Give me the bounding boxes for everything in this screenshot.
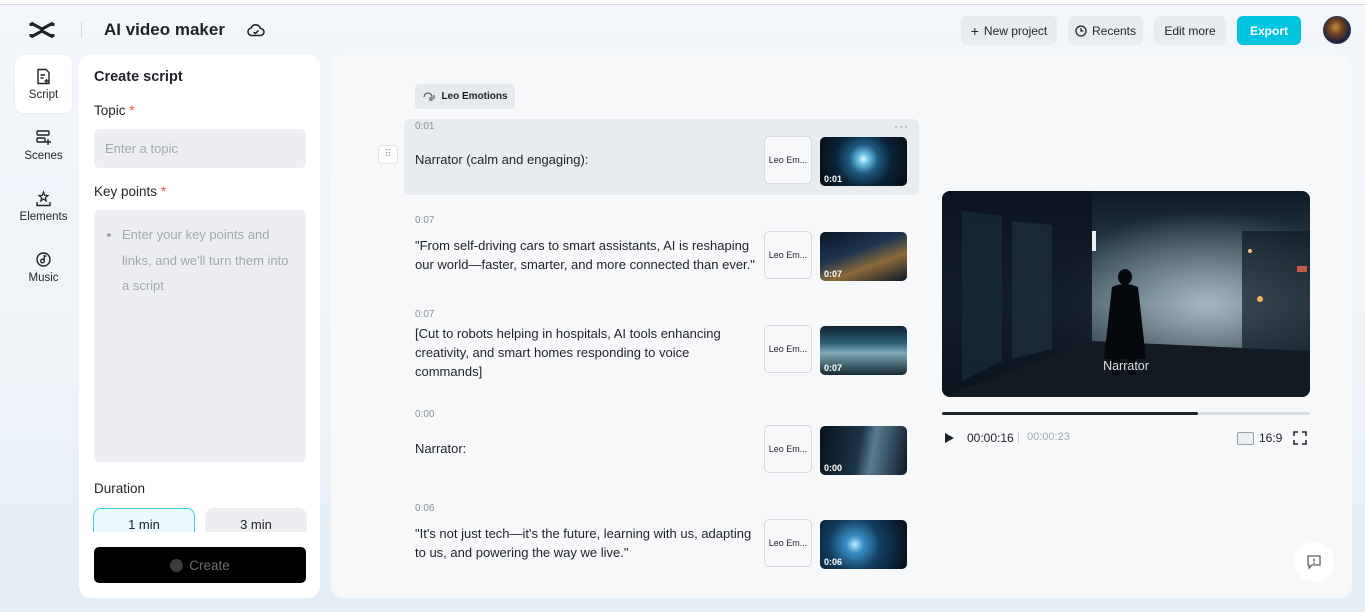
panel-title: Create script <box>94 69 183 85</box>
segment-time: 0:07 <box>415 215 434 226</box>
thumbnail-time: 0:06 <box>824 557 842 567</box>
edit-more-button[interactable]: Edit more <box>1154 16 1226 45</box>
drag-handle[interactable]: ⠿ <box>378 145 398 164</box>
header-divider <box>81 22 82 38</box>
segment-thumbnail[interactable]: 0:01 <box>820 137 907 186</box>
segment-text[interactable]: "It's not just tech—it's the future, lea… <box>415 524 760 562</box>
time-separator <box>1018 432 1019 443</box>
topic-label: Topic * <box>94 103 135 118</box>
segment-voice-button[interactable]: Leo Em... <box>764 519 812 567</box>
total-time: 00:00:23 <box>1027 431 1070 443</box>
segment-voice-button[interactable]: Leo Em... <box>764 231 812 279</box>
duration-label: Duration <box>94 481 145 496</box>
elements-icon <box>35 190 52 207</box>
segment-thumbnail[interactable]: 0:07 <box>820 326 907 375</box>
rail-item-elements[interactable]: Elements <box>15 177 72 235</box>
keypoints-label: Key points * <box>94 184 166 199</box>
segment-voice-button[interactable]: Leo Em... <box>764 425 812 473</box>
export-button[interactable]: Export <box>1237 16 1301 45</box>
avatar[interactable] <box>1323 16 1351 44</box>
segment-thumbnail[interactable]: 0:06 <box>820 520 907 569</box>
script-segment[interactable]: 0:00 Narrator: Leo Em... 0:00 <box>404 407 919 479</box>
app-title: AI video maker <box>104 20 225 40</box>
keypoints-textarea[interactable]: Enter your key points and links, and we'… <box>94 210 306 462</box>
segment-text[interactable]: Narrator: <box>415 439 760 458</box>
plus-icon: + <box>971 24 979 38</box>
aspect-ratio-icon[interactable] <box>1237 432 1254 445</box>
recents-button[interactable]: Recents <box>1068 16 1143 45</box>
segment-voice-button[interactable]: Leo Em... <box>764 325 812 373</box>
segment-time: 0:06 <box>415 503 434 514</box>
create-script-panel: Create script Topic * Key points * Enter… <box>79 55 320 598</box>
thumbnail-time: 0:07 <box>824 269 842 279</box>
create-icon <box>170 559 183 572</box>
segment-text[interactable]: [Cut to robots helping in hospitals, AI … <box>415 324 760 381</box>
rail-item-music[interactable]: Music <box>15 238 72 296</box>
script-editor: Leo Emotions ⠿ 0:01 ··· Narrator (calm a… <box>331 55 1352 598</box>
current-time: 00:00:16 <box>967 431 1014 445</box>
rail-item-script[interactable]: Script <box>15 55 72 113</box>
segment-voice-button[interactable]: Leo Em... <box>764 136 812 184</box>
script-segment[interactable]: 0:07 [Cut to robots helping in hospitals… <box>404 307 919 387</box>
scroll-mask <box>79 532 320 542</box>
voice-icon <box>422 91 436 103</box>
music-icon <box>35 251 52 268</box>
progress-fill <box>942 412 1198 415</box>
clock-icon <box>1075 25 1087 37</box>
script-segment[interactable]: 0:01 ··· Narrator (calm and engaging): L… <box>404 119 919 195</box>
required-mark: * <box>129 103 134 118</box>
segment-time: 0:01 <box>415 121 434 132</box>
cloud-sync-icon[interactable] <box>246 20 266 40</box>
segment-thumbnail[interactable]: 0:00 <box>820 426 907 475</box>
required-mark: * <box>161 184 166 199</box>
fullscreen-icon[interactable] <box>1293 431 1307 445</box>
capcut-logo-icon[interactable] <box>29 19 55 41</box>
thumbnail-time: 0:01 <box>824 174 842 184</box>
top-border <box>0 0 1365 5</box>
feedback-button[interactable] <box>1294 542 1334 582</box>
new-project-button[interactable]: + New project <box>961 16 1057 45</box>
playback-progress-bar[interactable] <box>942 412 1310 415</box>
scenes-icon <box>35 129 52 146</box>
script-segment[interactable]: 0:07 "From self-driving cars to smart as… <box>404 213 919 285</box>
aspect-ratio-label[interactable]: 16:9 <box>1259 431 1282 445</box>
segment-time: 0:07 <box>415 309 434 320</box>
segment-thumbnail[interactable]: 0:07 <box>820 232 907 281</box>
feedback-icon <box>1306 554 1322 570</box>
play-icon[interactable] <box>943 432 955 444</box>
segment-time: 0:00 <box>415 409 434 420</box>
create-button[interactable]: Create <box>94 547 306 583</box>
thumbnail-time: 0:07 <box>824 363 842 373</box>
script-icon <box>35 68 52 85</box>
segment-text[interactable]: "From self-driving cars to smart assista… <box>415 236 760 274</box>
more-options-icon[interactable]: ··· <box>894 119 909 133</box>
segment-text[interactable]: Narrator (calm and engaging): <box>415 150 760 169</box>
rail-item-scenes[interactable]: Scenes <box>15 116 72 174</box>
voice-tag[interactable]: Leo Emotions <box>415 84 515 109</box>
keypoints-placeholder: Enter your key points and links, and we'… <box>122 222 292 299</box>
script-segment[interactable]: 0:06 "It's not just tech—it's the future… <box>404 501 919 573</box>
topic-input[interactable] <box>94 129 306 168</box>
video-caption: Narrator <box>942 359 1310 373</box>
video-preview[interactable]: Narrator <box>942 191 1310 397</box>
thumbnail-time: 0:00 <box>824 463 842 473</box>
header: AI video maker + New project Recents Edi… <box>0 6 1365 54</box>
